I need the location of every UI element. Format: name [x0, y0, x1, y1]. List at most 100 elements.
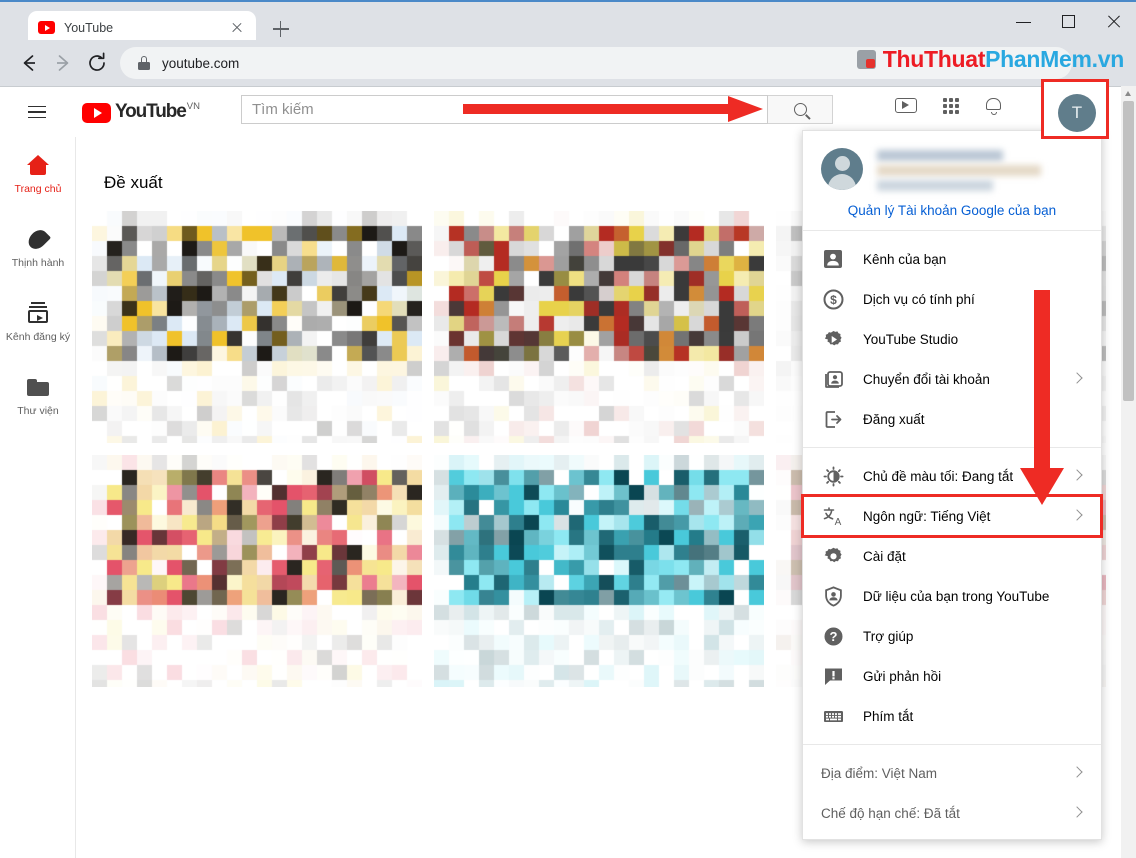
- menu-item-label: Chế độ hạn chế: Đã tắt: [821, 805, 960, 821]
- menu-item-language[interactable]: A Ngôn ngữ: Tiếng Việt: [801, 494, 1103, 538]
- close-icon[interactable]: [228, 19, 246, 37]
- help-circle-icon: ?: [821, 624, 845, 648]
- window-close-icon[interactable]: [1091, 4, 1136, 40]
- bell-icon[interactable]: [985, 96, 1002, 115]
- settings-group: Chủ đề màu tối: Đang tắt A Ngôn ngữ: Tiế…: [801, 448, 1103, 745]
- video-thumbnail-2[interactable]: [434, 211, 764, 443]
- svg-text:$: $: [830, 293, 837, 307]
- menu-item-settings[interactable]: Cài đặt: [803, 536, 1101, 576]
- video-thumbnail-4[interactable]: [92, 455, 422, 687]
- chevron-right-icon: [1071, 469, 1083, 481]
- menu-item-label: Phím tắt: [863, 708, 914, 724]
- menu-item-paid-services[interactable]: $ Dịch vụ có tính phí: [803, 279, 1101, 319]
- svg-text:?: ?: [829, 629, 837, 644]
- account-header: Quản lý Tài khoản Google của bạn: [803, 131, 1101, 231]
- keyboard-icon: [821, 704, 845, 728]
- browser-window-chrome: YouTube: [0, 0, 1136, 44]
- video-thumbnail-1[interactable]: [92, 211, 422, 443]
- window-controls: [1001, 4, 1136, 40]
- hamburger-menu-icon[interactable]: [28, 105, 46, 119]
- left-sidebar: Trang chủ Thịnh hành Kênh đăng ký Thư vi…: [0, 137, 76, 858]
- reload-icon[interactable]: [84, 50, 110, 76]
- watermark-part1: ThuThuat: [882, 45, 986, 72]
- library-folder-icon: [27, 374, 49, 400]
- menu-item-send-feedback[interactable]: Gửi phản hồi: [803, 656, 1101, 696]
- minimize-icon[interactable]: [1001, 4, 1046, 40]
- menu-item-label: Dữ liệu của bạn trong YouTube: [863, 588, 1050, 604]
- menu-item-label: Trợ giúp: [863, 628, 914, 644]
- menu-item-label: Ngôn ngữ: Tiếng Việt: [863, 508, 991, 524]
- menu-item-sign-out[interactable]: Đăng xuất: [803, 399, 1101, 439]
- arrow-forward-icon[interactable]: [50, 50, 76, 76]
- person-badge-icon: [821, 247, 845, 271]
- arrow-back-icon[interactable]: [16, 50, 42, 76]
- tab-strip: YouTube: [0, 4, 1136, 44]
- search-container: Tìm kiếm: [241, 95, 833, 124]
- menu-item-keyboard-shortcuts[interactable]: Phím tắt: [803, 696, 1101, 736]
- switch-account-icon: [821, 367, 845, 391]
- search-icon: [793, 103, 807, 116]
- chevron-right-icon: [1071, 766, 1083, 778]
- menu-item-label: Cài đặt: [863, 548, 906, 564]
- site-watermark: ThuThuat PhanMem .vn: [856, 44, 1125, 74]
- menu-item-label: Địa điểm: Việt Nam: [821, 765, 938, 781]
- studio-gear-icon: [821, 327, 845, 351]
- shield-person-icon: [821, 584, 845, 608]
- chevron-right-icon: [1071, 509, 1083, 521]
- account-group: Kênh của bạn $ Dịch vụ có tính phí YouTu…: [803, 231, 1101, 448]
- new-tab-button[interactable]: [268, 16, 294, 42]
- scrollbar-thumb[interactable]: [1123, 101, 1134, 401]
- menu-item-restricted-mode[interactable]: Chế độ hạn chế: Đã tắt: [803, 793, 1101, 833]
- menu-item-your-channel[interactable]: Kênh của bạn: [803, 239, 1101, 279]
- video-camera-icon[interactable]: [895, 98, 917, 113]
- search-input[interactable]: Tìm kiếm: [241, 95, 768, 124]
- menu-item-label: Dịch vụ có tính phí: [863, 291, 975, 307]
- subscriptions-icon: [27, 300, 49, 326]
- sidebar-item-label: Thư viện: [17, 405, 59, 417]
- feedback-icon: [821, 664, 845, 688]
- sidebar-item-library[interactable]: Thư viện: [0, 359, 76, 433]
- menu-item-switch-account[interactable]: Chuyển đổi tài khoản: [803, 359, 1101, 399]
- language-icon: A: [821, 504, 845, 528]
- youtube-logo[interactable]: YouTube VN: [82, 101, 200, 123]
- sidebar-item-trending[interactable]: Thịnh hành: [0, 211, 76, 285]
- chevron-right-icon: [1071, 372, 1083, 384]
- youtube-play-icon: [82, 103, 111, 123]
- avatar[interactable]: T: [1058, 94, 1096, 132]
- maximize-icon[interactable]: [1046, 4, 1091, 40]
- youtube-icon: [38, 21, 55, 34]
- scroll-up-icon[interactable]: [1125, 91, 1131, 96]
- account-identity: [803, 148, 1101, 195]
- locale-group: Địa điểm: Việt Nam Chế độ hạn chế: Đã tắ…: [803, 745, 1101, 841]
- sidebar-item-home[interactable]: Trang chủ: [0, 137, 76, 211]
- watermark-logo-icon: [856, 49, 876, 69]
- masthead-icons: [895, 96, 1002, 115]
- sidebar-item-label: Kênh đăng ký: [5, 331, 71, 343]
- youtube-logo-text: YouTube: [115, 101, 187, 122]
- watermark-part3: .vn: [1091, 45, 1125, 72]
- account-name-blurred: [877, 148, 1041, 195]
- menu-item-youtube-studio[interactable]: YouTube Studio: [803, 319, 1101, 359]
- video-thumbnail-5[interactable]: [434, 455, 764, 687]
- youtube-logo-country: VN: [186, 101, 200, 112]
- tab-title: YouTube: [64, 20, 114, 35]
- apps-grid-icon[interactable]: [943, 97, 959, 114]
- menu-item-location[interactable]: Địa điểm: Việt Nam: [803, 753, 1101, 793]
- menu-item-label: Gửi phản hồi: [863, 668, 942, 684]
- settings-gear-icon: [821, 544, 845, 568]
- menu-item-dark-theme[interactable]: Chủ đề màu tối: Đang tắt: [803, 456, 1101, 496]
- url-text: youtube.com: [162, 55, 240, 71]
- sign-out-icon: [821, 407, 845, 431]
- app-root: YouTube youtube.com ThuThuatPhanMem.vn: [0, 0, 1136, 858]
- sidebar-item-label: Trang chủ: [14, 183, 62, 195]
- search-button[interactable]: [768, 95, 833, 124]
- manage-google-account-link[interactable]: Quản lý Tài khoản Google của bạn: [803, 203, 1101, 218]
- menu-item-your-data[interactable]: Dữ liệu của bạn trong YouTube: [803, 576, 1101, 616]
- sidebar-item-subscriptions[interactable]: Kênh đăng ký: [0, 285, 76, 359]
- avatar-highlight-box: T: [1041, 79, 1109, 139]
- account-dropdown-menu: Quản lý Tài khoản Google của bạn Kênh củ…: [801, 130, 1103, 841]
- menu-item-help[interactable]: ? Trợ giúp: [803, 616, 1101, 656]
- dark-theme-icon: [821, 464, 845, 488]
- home-icon: [27, 152, 49, 178]
- page-scrollbar[interactable]: [1121, 86, 1136, 858]
